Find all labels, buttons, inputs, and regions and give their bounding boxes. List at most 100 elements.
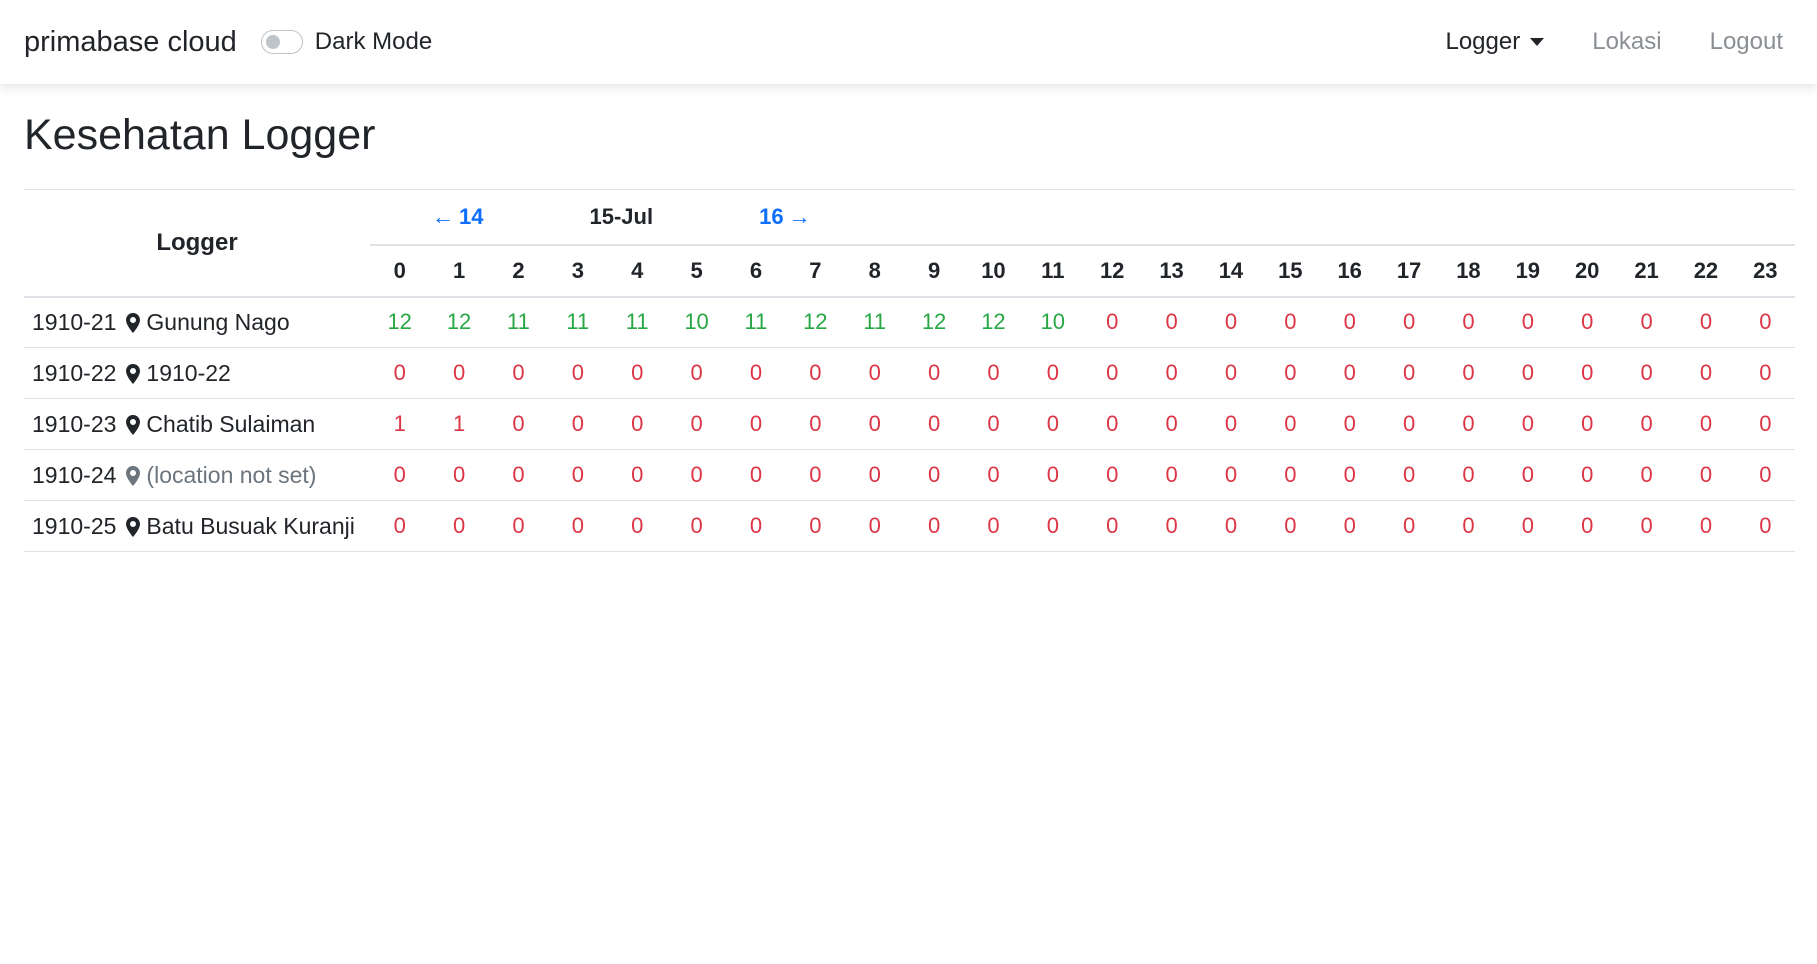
hour-value-1: 1: [452, 411, 466, 437]
hour-value-13: 0: [1165, 513, 1178, 539]
hour-value-1: 0: [452, 513, 466, 539]
nav-link-lokasi[interactable]: Lokasi: [1592, 28, 1661, 56]
hour-header-9: 9: [904, 244, 964, 298]
hour-value-21: 0: [1640, 309, 1653, 335]
hour-header-2: 2: [488, 244, 549, 298]
hour-value-19: 0: [1521, 513, 1534, 539]
hour-value-11: 0: [1046, 513, 1059, 539]
hour-header-7: 7: [785, 244, 845, 298]
hour-value-12: 0: [1106, 360, 1119, 386]
logger-cell: 1910-25 Batu Busuak Kuranji: [24, 501, 370, 552]
next-day-label: 16: [759, 203, 784, 229]
logger-location[interactable]: 1910-22: [146, 360, 230, 386]
hour-value-5: 10: [684, 309, 709, 335]
hour-value-1: 0: [452, 462, 466, 488]
hour-value-6: 0: [749, 411, 763, 437]
logger-id: 1910-21: [32, 308, 117, 335]
hour-header-13: 13: [1141, 244, 1202, 298]
hour-value-13: 0: [1165, 360, 1178, 386]
hour-value-18: 0: [1462, 309, 1475, 335]
logger-id: 1910-24: [32, 461, 117, 488]
hour-value-14: 0: [1224, 309, 1238, 335]
hour-value-14: 0: [1224, 513, 1238, 539]
hour-value-21: 0: [1640, 462, 1653, 488]
hour-value-7: 0: [809, 513, 822, 539]
hour-value-2: 11: [507, 309, 530, 335]
hour-value-22: 0: [1699, 360, 1713, 386]
hour-value-8: 0: [868, 411, 881, 437]
hour-value-15: 0: [1284, 309, 1297, 335]
logger-rows: 1910-21 Gunung Nago 12 12 11 11 11 10 11 12 11 12 12…: [24, 297, 1795, 552]
hour-value-14: 0: [1224, 360, 1238, 386]
hour-header-0: 0: [370, 244, 430, 298]
hour-value-11: 10: [1040, 309, 1066, 335]
hour-header-10: 10: [963, 244, 1024, 298]
hour-value-6: 0: [749, 360, 763, 386]
hour-value-0: 0: [393, 513, 406, 539]
map-pin-icon: [126, 363, 141, 384]
hour-value-23: 0: [1759, 462, 1772, 488]
prev-day-link[interactable]: ← 14: [427, 204, 483, 230]
hour-value-9: 0: [927, 411, 941, 437]
hour-value-4: 0: [631, 513, 644, 539]
hour-value-16: 0: [1343, 360, 1356, 386]
next-day-link[interactable]: 16 →: [759, 204, 815, 230]
hour-value-1: 12: [446, 309, 472, 335]
hour-value-9: 0: [927, 513, 941, 539]
hour-value-16: 0: [1343, 462, 1356, 488]
table-row: 1910-25 Batu Busuak Kuranji 0 0 0 0 0 0 0 0 0 0 0 0 0 0…: [24, 501, 1795, 552]
table-row: 1910-23 Chatib Sulaiman 1 1 0 0 0 0 0 0 0 0 0 0 0 0 0 0 0 0…: [24, 399, 1795, 450]
logger-location[interactable]: Batu Busuak Kuranji: [146, 513, 354, 539]
nav-links: Logger Lokasi Logout: [1397, 28, 1793, 56]
logger-dropdown[interactable]: Logger: [1445, 28, 1545, 56]
arrow-right-icon: →: [788, 203, 811, 229]
dark-mode-label[interactable]: Dark Mode: [315, 28, 432, 56]
hour-value-18: 0: [1462, 360, 1475, 386]
hour-header-1: 1: [429, 244, 489, 298]
hour-value-4: 11: [625, 309, 649, 335]
hour-value-20: 0: [1581, 411, 1594, 437]
hour-value-0: 12: [387, 309, 412, 335]
hour-value-22: 0: [1699, 309, 1713, 335]
hour-header-23: 23: [1735, 244, 1795, 298]
logger-id: 1910-25: [32, 512, 117, 539]
logger-location[interactable]: Gunung Nago: [146, 309, 289, 335]
hour-header-21: 21: [1616, 244, 1677, 298]
hour-header-22: 22: [1676, 244, 1736, 298]
current-day-label: 15-Jul: [589, 203, 654, 229]
hour-value-8: 0: [868, 360, 881, 386]
hour-value-21: 0: [1640, 411, 1653, 437]
logger-cell: 1910-22 1910-22: [24, 348, 370, 399]
hour-value-17: 0: [1402, 360, 1416, 386]
hour-value-0: 1: [393, 411, 406, 437]
caret-down-icon: [1530, 38, 1545, 46]
top-navbar: primabase cloud Dark Mode Logger Lokasi …: [0, 0, 1817, 84]
brand-link[interactable]: primabase cloud: [24, 26, 237, 59]
hour-value-8: 0: [868, 513, 881, 539]
hour-value-18: 0: [1462, 462, 1475, 488]
dark-mode-switch[interactable]: [260, 30, 303, 54]
nav-link-logout[interactable]: Logout: [1710, 28, 1783, 56]
hour-value-20: 0: [1581, 309, 1594, 335]
hour-header-6: 6: [726, 244, 786, 298]
logger-cell: 1910-23 Chatib Sulaiman: [24, 399, 370, 450]
hour-value-8: 0: [868, 462, 881, 488]
hour-value-3: 0: [571, 513, 584, 539]
hour-value-6: 0: [749, 513, 763, 539]
hour-value-22: 0: [1699, 411, 1713, 437]
hour-value-23: 0: [1759, 513, 1772, 539]
logger-location[interactable]: (location not set): [146, 462, 316, 488]
hour-value-7: 12: [803, 309, 828, 335]
hour-value-20: 0: [1581, 462, 1594, 488]
hour-header-20: 20: [1557, 244, 1617, 298]
hour-value-12: 0: [1106, 309, 1119, 335]
logger-location[interactable]: Chatib Sulaiman: [146, 411, 315, 437]
hour-value-12: 0: [1106, 513, 1119, 539]
hour-value-5: 0: [690, 360, 703, 386]
hour-value-14: 0: [1224, 462, 1238, 488]
map-pin-icon: [126, 465, 141, 486]
dark-mode-toggle-group[interactable]: Dark Mode: [260, 28, 432, 56]
hour-value-13: 0: [1165, 309, 1178, 335]
hour-value-10: 0: [987, 411, 1000, 437]
hour-value-7: 0: [809, 411, 822, 437]
